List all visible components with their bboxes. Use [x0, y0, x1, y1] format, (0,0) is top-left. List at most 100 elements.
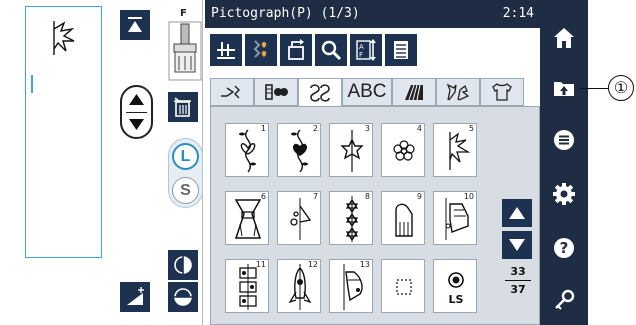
- size-selector: L S: [168, 138, 203, 208]
- pattern-grid: 1 2 3 4 5 6 7 8 9 10 11 12 13 LS 33 37: [210, 106, 540, 325]
- pattern-cell[interactable]: 6: [225, 191, 269, 245]
- pattern-cell[interactable]: 4: [381, 123, 425, 177]
- pattern-cell[interactable]: 11: [225, 259, 269, 313]
- menu-button[interactable]: [548, 124, 580, 156]
- toolbar: A F: [205, 28, 540, 74]
- tab-satin[interactable]: [254, 78, 298, 106]
- go-to-top-icon: [128, 17, 142, 32]
- page-indicator: 33 37: [505, 265, 531, 296]
- pattern-cell[interactable]: 13: [329, 259, 373, 313]
- elongation-button[interactable]: [120, 282, 150, 312]
- total-pages: 37: [510, 283, 526, 296]
- current-page: 33: [510, 265, 526, 278]
- text-cursor: [31, 75, 33, 93]
- tab-cross[interactable]: [392, 78, 436, 106]
- pattern-cell[interactable]: 8: [329, 191, 373, 245]
- combine-button[interactable]: [210, 34, 242, 66]
- title-bar: Pictograph(P) (1/3) 2:14: [205, 0, 540, 28]
- vine-heart-icon: [239, 129, 256, 173]
- tab-shirt[interactable]: [480, 78, 524, 106]
- help-icon: ?: [554, 238, 574, 258]
- star-chain-icon: [345, 196, 359, 242]
- tab-decorative[interactable]: [298, 78, 342, 108]
- floral-icon: [446, 83, 470, 101]
- blank-space-icon: [396, 279, 412, 295]
- memory-pattern-button[interactable]: [245, 34, 277, 66]
- list-view-button[interactable]: [385, 34, 417, 66]
- arrow-down-icon: [509, 239, 525, 251]
- size-large-button[interactable]: L: [172, 143, 199, 170]
- search-icon: [321, 40, 342, 61]
- key-icon: [555, 289, 575, 310]
- arrow-up-icon: [509, 207, 525, 219]
- satin-stitch-icon: [265, 84, 288, 100]
- pattern-cell[interactable]: 7: [277, 191, 321, 245]
- open-file-button[interactable]: [548, 72, 580, 104]
- pattern-cell[interactable]: 1: [225, 123, 269, 177]
- mirror-image-button[interactable]: [168, 250, 198, 280]
- callout-line: [580, 88, 610, 89]
- pattern-cell[interactable]: 3: [329, 123, 373, 177]
- tab-floral[interactable]: [436, 78, 480, 106]
- pattern-cell[interactable]: 9: [381, 191, 425, 245]
- pattern-cell-ls[interactable]: LS: [433, 259, 477, 313]
- pattern-cell[interactable]: 2: [277, 123, 321, 177]
- home-button[interactable]: [548, 22, 580, 54]
- delete-button[interactable]: [168, 92, 198, 122]
- heart-chain-icon: [253, 40, 267, 58]
- pattern-cell[interactable]: 5: [433, 123, 477, 177]
- aircraft-icon: [343, 264, 363, 310]
- page-up-button[interactable]: [502, 199, 532, 227]
- machine-screen: F L S Pictograph(P) (1/3) 2:14 A F ABC 1…: [0, 0, 636, 325]
- presser-foot-label: F: [180, 8, 187, 19]
- undo-icon: [288, 39, 304, 60]
- home-icon: [554, 28, 574, 48]
- gear-icon: [553, 183, 575, 205]
- divider: [126, 112, 147, 113]
- stitch-preview: [25, 6, 102, 258]
- list-icon: [394, 41, 408, 59]
- pattern-cell-empty[interactable]: [381, 259, 425, 313]
- scroll-down-icon[interactable]: [122, 114, 151, 136]
- tab-abc[interactable]: ABC: [342, 78, 392, 106]
- size-small-button[interactable]: S: [172, 177, 199, 204]
- presser-foot-indicator: F: [168, 8, 202, 82]
- svg-text:?: ?: [560, 239, 569, 257]
- flower-star-icon: [340, 130, 364, 172]
- lock-stitch-label: LS: [448, 293, 464, 306]
- display-mode-button[interactable]: A F: [350, 34, 382, 66]
- bow-icon: [234, 199, 262, 239]
- scroll-up-icon[interactable]: [122, 89, 151, 111]
- undo-button[interactable]: [280, 34, 312, 66]
- mirror-horizontal-icon: [174, 288, 192, 306]
- help-button[interactable]: ?: [548, 232, 580, 264]
- settings-button[interactable]: [548, 178, 580, 210]
- screen-title: Pictograph(P) (1/3): [211, 6, 360, 21]
- tab-abc-label: ABC: [347, 81, 387, 102]
- elongation-icon: [127, 287, 144, 305]
- shoe-icon: [445, 198, 469, 240]
- category-tabs: ABC: [210, 78, 540, 108]
- left-panel: F L S: [8, 0, 203, 325]
- scroll-up-down-control: [120, 85, 153, 139]
- right-sidebar: ?: [540, 0, 588, 325]
- folder-upload-icon: [554, 82, 574, 96]
- pattern-cell[interactable]: 12: [277, 259, 321, 313]
- lock-button[interactable]: [548, 284, 580, 316]
- music-note-icon: [290, 198, 312, 240]
- callout-marker: ①: [608, 75, 634, 101]
- tab-utility[interactable]: [210, 78, 254, 106]
- shirt-icon: [492, 83, 512, 101]
- piano-icon: [395, 203, 413, 237]
- menu-icon: [554, 130, 574, 150]
- go-to-top-button[interactable]: [120, 10, 150, 40]
- mirror-vertical-icon: [174, 256, 192, 274]
- trash-icon: [174, 97, 191, 117]
- rocket-icon: [288, 264, 312, 310]
- mirror-horizontal-button[interactable]: [168, 282, 198, 312]
- page-down-button[interactable]: [502, 231, 532, 259]
- search-button[interactable]: [315, 34, 347, 66]
- decorative-stitch-icon: [310, 84, 330, 102]
- combine-icon: [217, 42, 235, 59]
- pattern-cell[interactable]: 10: [433, 191, 477, 245]
